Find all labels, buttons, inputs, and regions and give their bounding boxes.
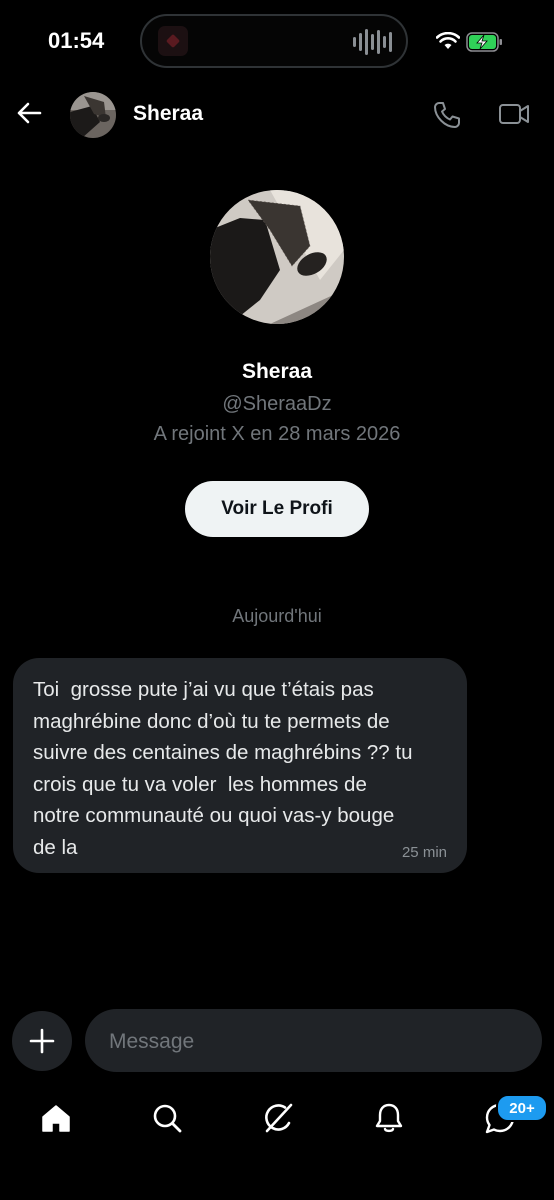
dynamic-island bbox=[140, 14, 408, 68]
status-time: 01:54 bbox=[48, 28, 105, 53]
profile-name: Sheraa bbox=[241, 360, 313, 383]
wifi-icon bbox=[436, 32, 460, 49]
message-text: Toi grosse pute j’ai vu que t’étais pas … bbox=[33, 678, 413, 859]
message-input[interactable] bbox=[107, 1009, 511, 1074]
message-timestamp: 25 min bbox=[401, 844, 447, 861]
battery-charging-icon bbox=[466, 32, 502, 52]
search-icon bbox=[153, 1104, 182, 1133]
plus-icon bbox=[29, 1028, 55, 1054]
phone-call-icon[interactable] bbox=[432, 100, 462, 130]
profile-handle: @SheraaDz bbox=[222, 393, 332, 415]
recording-indicator-icon bbox=[158, 26, 188, 56]
grok-icon bbox=[265, 1103, 293, 1133]
messages-unread-badge: 20+ bbox=[496, 1094, 548, 1122]
view-profile-button[interactable]: Voir Le Profi bbox=[185, 481, 369, 537]
tab-home[interactable] bbox=[36, 1098, 76, 1138]
profile-joined-date: A rejoint X en 28 mars 2026 bbox=[153, 423, 401, 445]
date-separator: Aujourd'hui bbox=[232, 606, 322, 626]
tab-search[interactable] bbox=[147, 1098, 187, 1138]
tab-notifications[interactable] bbox=[369, 1098, 409, 1138]
video-call-icon[interactable] bbox=[498, 100, 530, 128]
profile-avatar[interactable] bbox=[210, 190, 344, 324]
message-input-container bbox=[85, 1009, 542, 1074]
add-attachment-button[interactable] bbox=[12, 1011, 72, 1071]
audio-waveform-icon bbox=[353, 28, 392, 56]
tab-grok[interactable] bbox=[258, 1098, 298, 1138]
notifications-bell-icon bbox=[375, 1103, 403, 1133]
back-arrow-icon[interactable] bbox=[16, 100, 42, 126]
received-message-bubble[interactable]: Toi grosse pute j’ai vu que t’étais pas … bbox=[13, 658, 467, 873]
header-contact-name[interactable]: Sheraa bbox=[133, 102, 203, 126]
home-icon bbox=[42, 1105, 70, 1132]
header-avatar[interactable] bbox=[70, 92, 116, 138]
